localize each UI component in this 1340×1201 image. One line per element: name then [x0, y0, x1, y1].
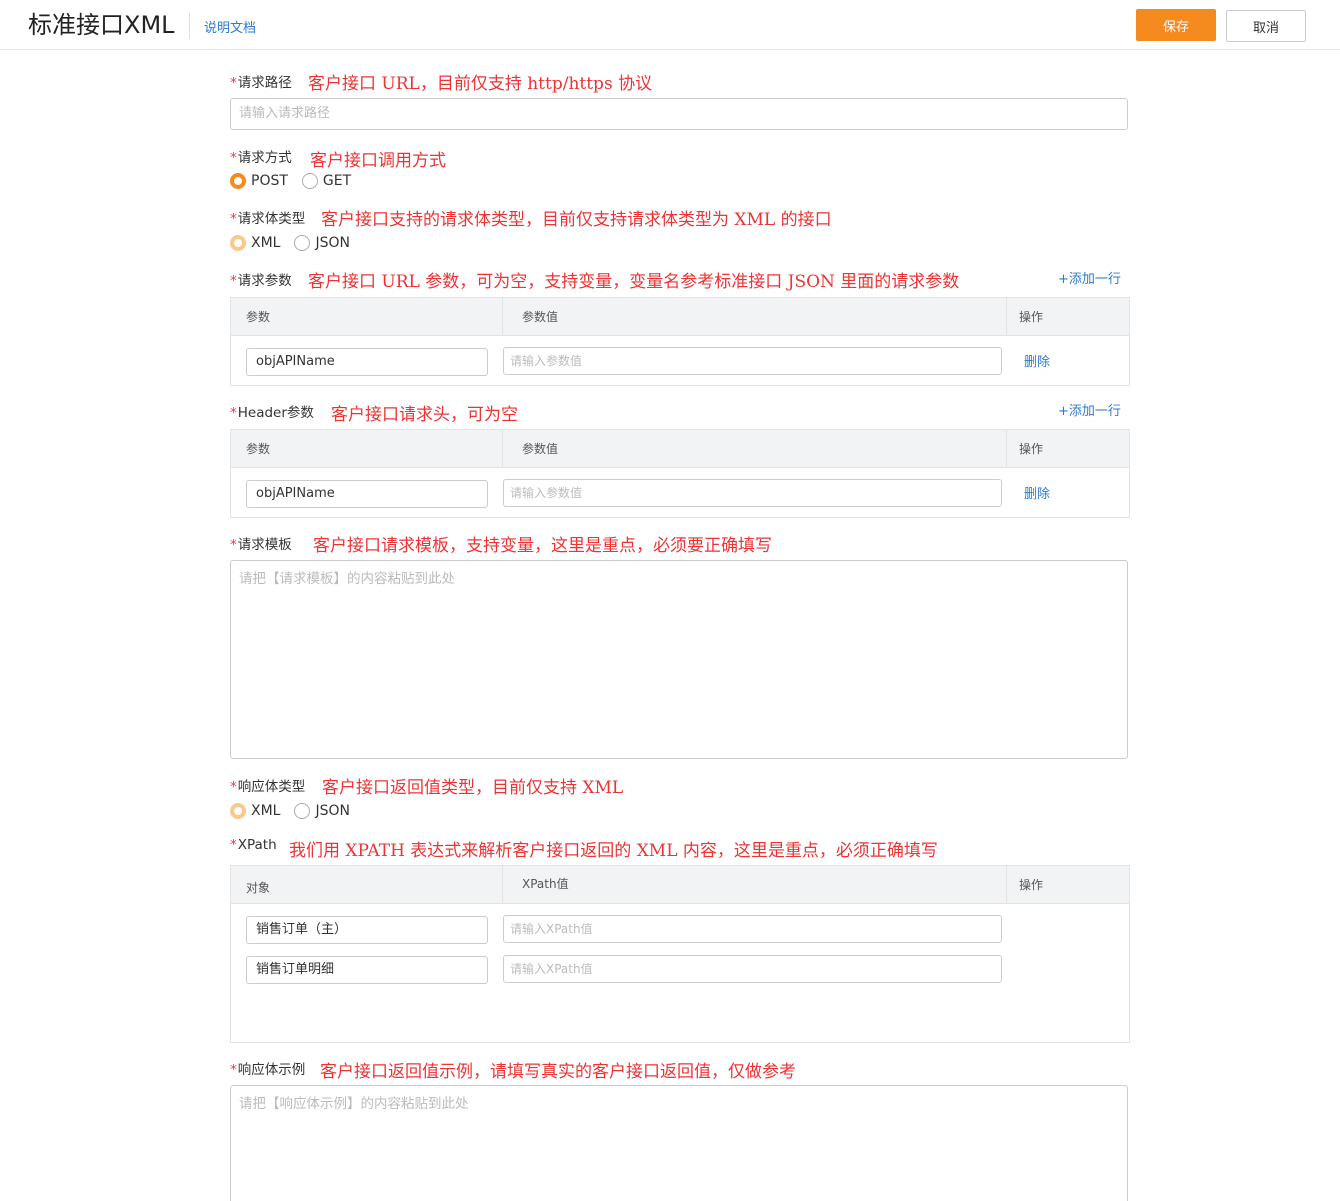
response-type-radio-group: XML JSON [230, 803, 364, 819]
xpath-table: 对象 XPath值 操作 销售订单（主） 请输入XPath值 销售订单明细 请输… [230, 865, 1130, 1043]
body-type-label: *请求体类型 [230, 211, 306, 227]
save-button[interactable]: 保存 [1136, 9, 1216, 41]
param-value-input[interactable]: 请输入参数值 [503, 347, 1002, 375]
xpath-value-input[interactable]: 请输入XPath值 [503, 915, 1002, 943]
page-title: 标准接口XML [28, 11, 175, 39]
params-note: 客户接口 URL 参数，可为空，支持变量，变量名参考标准接口 JSON 里面的请… [308, 272, 960, 292]
path-note: 客户接口 URL，目前仅支持 http/https 协议 [308, 74, 653, 94]
column-header: 参数值 [522, 442, 559, 456]
template-label: *请求模板 [230, 537, 292, 553]
body-type-radio-json[interactable]: JSON [294, 235, 350, 251]
column-header: 操作 [1019, 878, 1044, 892]
cancel-button[interactable]: 取消 [1226, 10, 1306, 42]
title-divider [189, 13, 190, 39]
template-textarea[interactable]: 请把【请求模板】的内容粘贴到此处 [230, 560, 1128, 759]
radio-unchecked-icon [294, 235, 311, 251]
method-radio-post[interactable]: POST [230, 173, 288, 189]
body-type-note: 客户接口支持的请求体类型，目前仅支持请求体类型为 XML 的接口 [321, 210, 832, 230]
response-example-textarea[interactable]: 请把【响应体示例】的内容粘贴到此处 [230, 1085, 1128, 1201]
response-type-label: *响应体类型 [230, 779, 306, 795]
radio-unchecked-icon [294, 803, 311, 819]
params-label: *请求参数 [230, 273, 292, 289]
headers-label: *Header参数 [230, 405, 314, 421]
column-header: 操作 [1019, 442, 1044, 456]
path-label: *请求路径 [230, 75, 292, 91]
method-radio-group: POST GET [230, 173, 365, 189]
path-input[interactable]: 请输入请求路径 [230, 98, 1128, 130]
response-type-radio-xml[interactable]: XML [230, 803, 280, 819]
headers-add-row-button[interactable]: +添加一行 [1058, 400, 1121, 419]
method-radio-get[interactable]: GET [301, 173, 351, 189]
column-header: 参数 [246, 442, 271, 456]
xpath-object-input[interactable]: 销售订单明细 [246, 956, 488, 984]
method-note: 客户接口调用方式 [310, 151, 446, 171]
body-type-radio-group: XML JSON [230, 235, 364, 251]
method-label: *请求方式 [230, 150, 292, 166]
table-header: 参数 参数值 操作 [231, 298, 1129, 336]
column-divider [1006, 298, 1007, 336]
doc-link[interactable]: 说明文档 [204, 17, 256, 36]
xpath-object-input[interactable]: 销售订单（主） [246, 916, 488, 944]
column-divider [1006, 430, 1007, 468]
radio-checked-icon [230, 173, 246, 189]
template-note: 客户接口请求模板，支持变量，这里是重点，必须要正确填写 [313, 536, 772, 556]
xpath-label: *XPath [230, 837, 277, 853]
column-header: XPath值 [522, 877, 569, 891]
response-example-note: 客户接口返回值示例，请填写真实的客户接口返回值，仅做参考 [320, 1062, 796, 1082]
table-header: 对象 XPath值 操作 [231, 866, 1129, 904]
params-add-row-button[interactable]: +添加一行 [1058, 268, 1121, 287]
header-value-input[interactable]: 请输入参数值 [503, 479, 1002, 507]
column-divider [502, 866, 503, 904]
column-header: 参数值 [522, 310, 559, 324]
column-header: 操作 [1019, 310, 1044, 324]
header-name-input[interactable]: objAPIName [246, 480, 488, 508]
param-name-input[interactable]: objAPIName [246, 348, 488, 376]
response-example-label: *响应体示例 [230, 1062, 306, 1078]
headers-table: 参数 参数值 操作 objAPIName 请输入参数值 删除 [230, 429, 1130, 518]
headers-note: 客户接口请求头，可为空 [331, 405, 518, 425]
column-header: 对象 [246, 881, 271, 895]
delete-row-button[interactable]: 删除 [1024, 351, 1050, 370]
radio-checked-icon [230, 235, 246, 251]
radio-unchecked-icon [301, 173, 318, 189]
radio-checked-icon [230, 803, 246, 819]
column-divider [502, 430, 503, 468]
xpath-note: 我们用 XPATH 表达式来解析客户接口返回的 XML 内容，这里是重点，必须正… [289, 841, 938, 861]
column-divider [1006, 866, 1007, 904]
response-type-note: 客户接口返回值类型，目前仅支持 XML [322, 778, 624, 798]
top-bar: 标准接口XML 说明文档 保存 取消 [0, 0, 1340, 50]
column-header: 参数 [246, 310, 271, 324]
column-divider [502, 298, 503, 336]
body-type-radio-xml[interactable]: XML [230, 235, 280, 251]
delete-row-button[interactable]: 删除 [1024, 483, 1050, 502]
table-header: 参数 参数值 操作 [231, 430, 1129, 468]
xpath-value-input[interactable]: 请输入XPath值 [503, 955, 1002, 983]
response-type-radio-json[interactable]: JSON [294, 803, 350, 819]
params-table: 参数 参数值 操作 objAPIName 请输入参数值 删除 [230, 297, 1130, 386]
